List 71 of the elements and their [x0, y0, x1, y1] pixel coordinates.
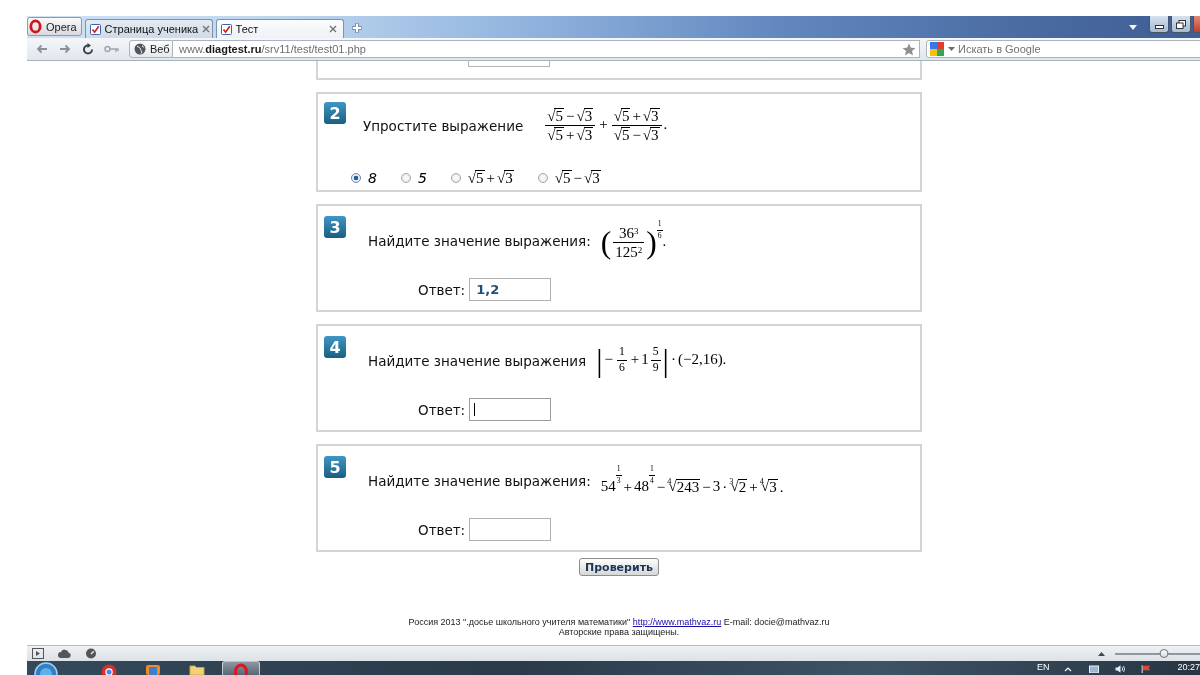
ring-logo-icon [29, 19, 42, 34]
copyright-text: Авторские права защищены. [557, 627, 681, 637]
language-indicator[interactable]: EN [1036, 661, 1050, 673]
footer-text: Россия 2013 ".досье школьного учителя математики" http://www.mathvaz.ru E-mail: docie@mathvaz.ru [407, 617, 831, 627]
close-icon[interactable] [202, 25, 211, 33]
cloud-icon[interactable] [58, 649, 71, 658]
arrow-left-icon[interactable] [36, 44, 48, 54]
caret-icon[interactable] [1129, 24, 1137, 30]
site-link[interactable]: http://www.mathvaz.ru [632, 617, 722, 627]
question-text: Найдите значение выражения [368, 352, 587, 369]
app-tile-icon [145, 663, 161, 675]
star-icon[interactable] [902, 42, 916, 56]
plus-icon[interactable] [350, 22, 363, 34]
arrow-right-icon[interactable] [59, 44, 71, 54]
radio-button[interactable] [400, 173, 411, 183]
browser-tab[interactable]: Тест [215, 19, 344, 38]
ring-logo-icon [233, 663, 249, 675]
folder-icon [189, 663, 205, 675]
chevron-up-icon[interactable] [1063, 665, 1074, 673]
search-field[interactable]: Искать в Google [926, 40, 1200, 58]
speaker-icon[interactable] [1115, 665, 1126, 673]
tick-square-icon [220, 23, 232, 35]
tick-square-icon [89, 23, 101, 35]
address-field[interactable]: www.diagtest.ru/srv11/test/test01.php [173, 40, 920, 58]
question-number: 4 [324, 336, 346, 358]
question-number: 5 [324, 456, 346, 478]
radio-button[interactable] [537, 173, 548, 183]
minimize-icon [1154, 24, 1164, 29]
reload-icon[interactable] [82, 43, 94, 55]
round-logo-icon [101, 663, 117, 675]
opera-menu-button[interactable]: Opera [27, 17, 82, 36]
clock[interactable]: 20:27 [1177, 661, 1200, 673]
radio-button[interactable] [351, 173, 361, 183]
panel-toggle-icon[interactable] [32, 648, 44, 659]
browser-tab[interactable]: Страница ученика [84, 19, 213, 38]
restore-icon [1176, 19, 1186, 29]
flag-icon[interactable] [1141, 665, 1152, 673]
option-label: 8 [368, 169, 377, 187]
answer-field[interactable] [469, 518, 552, 541]
question-text: Найдите значение выражения: [368, 472, 591, 489]
text-cursor-icon [474, 403, 476, 416]
check-button[interactable]: Проверить [579, 558, 659, 576]
globe-icon [134, 43, 146, 55]
triangle-up-icon[interactable] [1098, 651, 1105, 656]
taskbar-button[interactable] [222, 661, 260, 675]
slider-thumb[interactable] [1159, 648, 1169, 658]
answer-field[interactable]: 1,2 [469, 278, 552, 301]
question-number: 3 [324, 216, 346, 238]
answer-field[interactable] [469, 398, 552, 421]
close-icon[interactable] [328, 25, 337, 33]
monitor-icon[interactable] [1089, 665, 1100, 673]
question-text: Найдите значение выражения: [368, 232, 591, 249]
gauge-icon[interactable] [85, 648, 97, 659]
site-info-button[interactable]: Веб [129, 40, 173, 58]
option-label: √5 −√3 [554, 169, 601, 187]
caret-icon[interactable] [948, 47, 955, 51]
zoom-slider[interactable] [1115, 652, 1200, 655]
start-orb-icon[interactable] [34, 661, 58, 675]
option-label: √5 +√3 [467, 169, 514, 187]
math-formula: √5 −√3 √5 +√3 + √5 +√3 √5 −√3 . [544, 107, 668, 144]
restore-button[interactable] [1171, 16, 1191, 33]
question-text: Упростите выражение [363, 117, 524, 134]
answer-field[interactable] [468, 61, 550, 67]
radio-button[interactable] [450, 173, 461, 183]
minimize-button[interactable] [1149, 16, 1169, 33]
answer-label: Ответ: [418, 281, 466, 298]
question-number: 2 [324, 102, 346, 124]
answer-label: Ответ: [418, 401, 466, 418]
answer-label: Ответ: [418, 521, 466, 538]
squares-logo-icon[interactable] [930, 42, 944, 56]
option-label: 5 [417, 169, 427, 187]
